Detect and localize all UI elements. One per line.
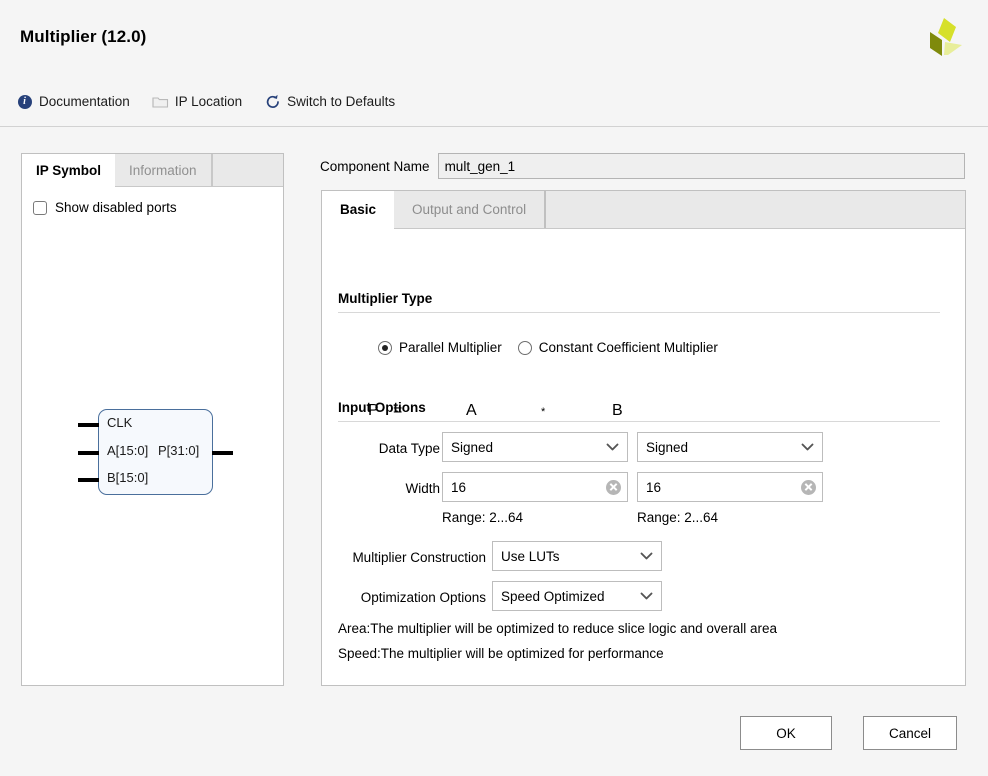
speed-description: Speed:The multiplier will be optimized f…	[338, 646, 664, 661]
width-label: Width	[405, 481, 440, 496]
multiplier-construction-label: Multiplier Construction	[352, 550, 486, 565]
show-disabled-ports-checkbox[interactable]: Show disabled ports	[33, 200, 177, 215]
data-type-a-value: Signed	[451, 439, 494, 455]
port-label-p: P[31:0]	[158, 443, 200, 458]
configuration-tabbar: Basic Output and Control	[322, 191, 965, 229]
formula-operator: *	[541, 406, 546, 418]
radio-constant-coefficient-multiplier-label: Constant Coefficient Multiplier	[538, 340, 718, 355]
multiplier-construction-select[interactable]: Use LUTs	[492, 541, 662, 571]
pin-p	[212, 451, 233, 455]
multiplier-type-rule	[338, 312, 940, 313]
ip-symbol-diagram: CLK A[15:0] B[15:0] P[31:0]	[58, 399, 258, 505]
ip-symbol-tabbar: IP Symbol Information	[22, 154, 283, 187]
chevron-down-icon	[640, 592, 653, 600]
input-options-heading: Input Options	[338, 400, 426, 415]
area-description: Area:The multiplier will be optimized to…	[338, 621, 777, 636]
multiplier-construction-value: Use LUTs	[501, 548, 560, 564]
cancel-button[interactable]: Cancel	[863, 716, 957, 750]
width-b-input[interactable]: 16	[637, 472, 823, 502]
width-b-range-hint: Range: 2...64	[637, 510, 719, 525]
ok-button[interactable]: OK	[740, 716, 832, 750]
folder-icon	[152, 93, 169, 110]
xilinx-logo	[930, 18, 962, 56]
component-name-input[interactable]	[437, 153, 965, 179]
chevron-down-icon	[801, 443, 814, 451]
multiplier-type-radio-group: Parallel Multiplier Constant Coefficient…	[378, 340, 718, 355]
switch-to-defaults-link[interactable]: Switch to Defaults	[264, 93, 395, 110]
chevron-down-icon	[606, 443, 619, 451]
formula-b: B	[612, 402, 623, 419]
configuration-panel: Basic Output and Control Multiplier Type…	[321, 190, 966, 686]
formula-p: P	[368, 402, 379, 419]
width-a-range-hint: Range: 2...64	[442, 510, 524, 525]
pin-clk	[78, 423, 99, 427]
radio-constant-coefficient-multiplier[interactable]: Constant Coefficient Multiplier	[517, 340, 718, 355]
radio-constant-coefficient-multiplier-dot	[517, 340, 532, 355]
width-a-value: 16	[451, 479, 467, 495]
optimization-options-value: Speed Optimized	[501, 588, 605, 604]
clear-icon[interactable]	[606, 479, 621, 495]
ip-location-label: IP Location	[174, 94, 243, 109]
dialog-header: Multiplier (12.0) i Documentation IP Loc…	[0, 0, 988, 127]
show-disabled-ports-label: Show disabled ports	[55, 200, 177, 215]
port-label-clk: CLK	[107, 415, 133, 430]
port-label-a: A[15:0]	[107, 443, 149, 458]
tab-information-label: Information	[129, 162, 197, 178]
tab-ip-symbol-label: IP Symbol	[36, 162, 102, 178]
radio-parallel-multiplier[interactable]: Parallel Multiplier	[378, 340, 502, 355]
tab-ip-symbol[interactable]: IP Symbol	[22, 154, 116, 187]
documentation-link[interactable]: i Documentation	[16, 93, 130, 110]
optimization-options-label: Optimization Options	[360, 590, 486, 605]
data-type-b-select[interactable]: Signed	[637, 432, 823, 462]
multiplier-type-heading: Multiplier Type	[338, 291, 433, 306]
dialog-title: Multiplier (12.0)	[20, 27, 147, 46]
documentation-label: Documentation	[39, 94, 130, 109]
data-type-label: Data Type	[378, 441, 440, 456]
data-type-b-value: Signed	[646, 439, 689, 455]
clear-icon[interactable]	[801, 479, 816, 495]
pin-b	[78, 478, 99, 482]
formula-a: A	[466, 402, 477, 419]
switch-to-defaults-label: Switch to Defaults	[287, 94, 396, 109]
ip-symbol-panel: IP Symbol Information Show disabled port…	[21, 153, 284, 686]
input-options-rule	[338, 421, 940, 422]
refresh-icon	[264, 93, 281, 110]
radio-parallel-multiplier-label: Parallel Multiplier	[399, 340, 502, 355]
basic-tab-body: Multiplier Type Parallel Multiplier Cons…	[322, 229, 965, 685]
tab-output-and-control[interactable]: Output and Control	[394, 191, 546, 228]
tabbar-divider	[211, 154, 213, 186]
width-b-value: 16	[646, 479, 662, 495]
port-label-b: B[15:0]	[107, 470, 149, 485]
tab-basic[interactable]: Basic	[322, 191, 395, 229]
component-name-row: Component Name	[320, 153, 965, 179]
width-a-input[interactable]: 16	[442, 472, 628, 502]
tab-basic-label: Basic	[340, 202, 377, 217]
tab-output-and-control-label: Output and Control	[412, 202, 527, 217]
checkbox-box	[33, 200, 47, 215]
optimization-options-select[interactable]: Speed Optimized	[492, 581, 662, 611]
radio-parallel-multiplier-dot	[378, 340, 392, 355]
chevron-down-icon	[640, 552, 653, 560]
data-type-a-select[interactable]: Signed	[442, 432, 628, 462]
pin-a	[78, 451, 99, 455]
formula-equals: =	[393, 402, 403, 419]
configuration-tabbar-divider	[545, 191, 547, 228]
ip-location-link[interactable]: IP Location	[152, 93, 242, 110]
component-name-label: Component Name	[320, 158, 430, 174]
info-icon: i	[16, 93, 33, 110]
header-toolbar: i Documentation IP Location Switch to De…	[16, 93, 417, 110]
tab-information[interactable]: Information	[115, 154, 212, 186]
